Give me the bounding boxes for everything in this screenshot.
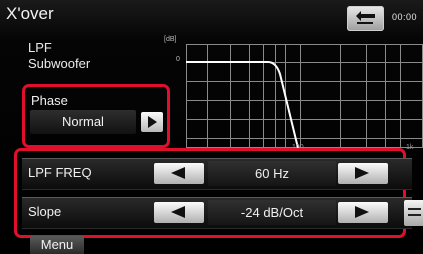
phase-toggle-button[interactable] <box>141 112 163 132</box>
lpf-freq-row: LPF FREQ 60 Hz <box>22 158 412 190</box>
slope-increase-button[interactable] <box>338 202 388 223</box>
arrow-right-icon <box>355 167 369 179</box>
lpf-freq-label: LPF FREQ <box>28 165 92 180</box>
side-panel-handle[interactable] <box>404 200 423 226</box>
handle-bar-icon <box>408 208 421 210</box>
filter-curve <box>186 61 299 149</box>
db-unit-label: [dB] <box>164 36 177 43</box>
slope-decrease-button[interactable] <box>154 202 204 223</box>
slope-row: Slope -24 dB/Oct <box>22 197 412 229</box>
lpf-freq-increase-button[interactable] <box>338 163 388 184</box>
arrow-left-icon <box>171 206 185 218</box>
play-icon <box>148 116 157 128</box>
menu-button[interactable]: Menu <box>30 236 84 254</box>
arrow-right-icon <box>355 206 369 218</box>
arrow-left-icon <box>171 167 185 179</box>
xover-screen: X'over 00:00 LPF Subwoofer [dB] 0 100 1k… <box>0 0 423 254</box>
lpf-freq-value: 60 Hz <box>208 161 336 186</box>
slope-label: Slope <box>28 204 62 219</box>
phase-label: Phase <box>31 93 68 108</box>
zero-db-label: 0 <box>176 56 180 63</box>
handle-bar-icon <box>408 214 421 216</box>
tick-1k-label: 1k <box>406 144 414 151</box>
lpf-freq-decrease-button[interactable] <box>154 163 204 184</box>
phase-value: Normal <box>30 110 136 134</box>
slope-value: -24 dB/Oct <box>208 200 336 225</box>
